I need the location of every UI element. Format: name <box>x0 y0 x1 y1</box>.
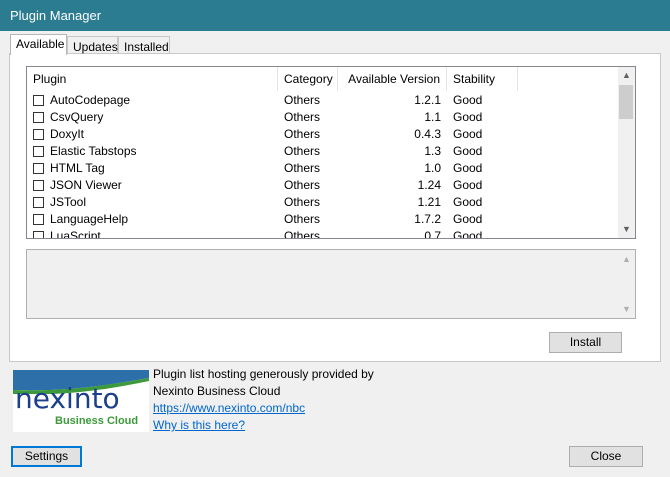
logo-tagline: Business Cloud <box>55 415 139 427</box>
category-cell: Others <box>284 161 321 175</box>
plugin-name-cell: HTML Tag <box>50 161 105 175</box>
plugin-checkbox[interactable] <box>33 146 44 157</box>
version-cell: 0.7 <box>424 229 441 239</box>
stability-cell: Good <box>453 161 483 175</box>
table-row[interactable]: Elastic Tabstops Others 1.3 Good <box>27 143 618 160</box>
table-row[interactable]: CsvQuery Others 1.1 Good <box>27 109 618 126</box>
list-scrollbar[interactable]: ▲ ▼ <box>618 67 635 238</box>
plugin-description-box[interactable]: ▲ ▼ <box>26 249 636 319</box>
stability-cell: Good <box>453 110 483 124</box>
hosting-url-link[interactable]: https://www.nexinto.com/nbc <box>153 401 305 415</box>
column-header-category[interactable]: Category <box>278 67 338 91</box>
table-row[interactable]: LuaScript Others 0.7 Good <box>27 228 618 239</box>
description-scrollbar[interactable]: ▲ ▼ <box>618 250 635 318</box>
plugin-name-cell: JSON Viewer <box>50 178 122 192</box>
table-row[interactable]: HTML Tag Others 1.0 Good <box>27 160 618 177</box>
version-cell: 1.3 <box>424 144 441 158</box>
plugin-name-cell: LuaScript <box>50 229 101 239</box>
category-cell: Others <box>284 127 321 141</box>
plugin-name-cell: LanguageHelp <box>50 212 129 226</box>
version-cell: 1.1 <box>424 110 441 124</box>
install-button[interactable]: Install <box>549 332 622 353</box>
stability-cell: Good <box>453 212 483 226</box>
column-header-plugin[interactable]: Plugin <box>27 67 278 91</box>
category-cell: Others <box>284 144 321 158</box>
scroll-down-arrow-icon[interactable]: ▼ <box>618 221 635 238</box>
version-cell: 1.2.1 <box>414 93 441 107</box>
title-bar: Plugin Manager <box>0 0 670 31</box>
table-row[interactable]: JSTool Others 1.21 Good <box>27 194 618 211</box>
plugin-name-cell: JSTool <box>50 195 87 209</box>
column-header-available-version[interactable]: Available Version <box>338 67 447 91</box>
scroll-up-arrow-icon[interactable]: ▲ <box>618 254 635 264</box>
plugin-name-cell: Elastic Tabstops <box>50 144 137 158</box>
hosting-provider-name: Nexinto Business Cloud <box>153 384 281 398</box>
column-header-stability[interactable]: Stability <box>447 67 518 91</box>
stability-cell: Good <box>453 178 483 192</box>
plugin-checkbox[interactable] <box>33 180 44 191</box>
version-cell: 0.4.3 <box>414 127 441 141</box>
stability-cell: Good <box>453 195 483 209</box>
plugin-checkbox[interactable] <box>33 95 44 106</box>
scroll-down-arrow-icon[interactable]: ▼ <box>618 304 635 314</box>
plugin-name-cell: CsvQuery <box>50 110 104 124</box>
list-header: Plugin Category Available Version Stabil… <box>27 67 618 91</box>
tab-available[interactable]: Available <box>10 34 67 55</box>
scroll-up-arrow-icon[interactable]: ▲ <box>618 67 635 84</box>
plugin-checkbox[interactable] <box>33 129 44 140</box>
close-button[interactable]: Close <box>569 446 643 467</box>
scroll-thumb[interactable] <box>619 85 633 119</box>
version-cell: 1.24 <box>417 178 441 192</box>
stability-cell: Good <box>453 229 483 239</box>
why-is-this-here-link[interactable]: Why is this here? <box>153 418 245 432</box>
tab-updates[interactable]: Updates <box>67 36 118 54</box>
table-row[interactable]: LanguageHelp Others 1.7.2 Good <box>27 211 618 228</box>
plugin-name-cell: DoxyIt <box>50 127 85 141</box>
settings-button[interactable]: Settings <box>11 446 82 467</box>
version-cell: 1.0 <box>424 161 441 175</box>
plugin-checkbox[interactable] <box>33 197 44 208</box>
table-row[interactable]: DoxyIt Others 0.4.3 Good <box>27 126 618 143</box>
category-cell: Others <box>284 110 321 124</box>
hosting-credit-text: Plugin list hosting generously provided … <box>153 367 374 381</box>
logo-brand-text: nexinto <box>15 382 120 415</box>
window-title: Plugin Manager <box>10 8 102 23</box>
plugin-name-cell: AutoCodepage <box>50 93 131 107</box>
table-row[interactable]: AutoCodepage Others 1.2.1 Good <box>27 92 618 109</box>
nexinto-logo: nexinto Business Cloud <box>13 370 149 432</box>
plugin-list[interactable]: Plugin Category Available Version Stabil… <box>26 66 636 239</box>
version-cell: 1.7.2 <box>414 212 441 226</box>
plugin-checkbox[interactable] <box>33 231 44 238</box>
tab-installed[interactable]: Installed <box>118 36 170 54</box>
category-cell: Others <box>284 229 321 239</box>
stability-cell: Good <box>453 93 483 107</box>
plugin-checkbox[interactable] <box>33 163 44 174</box>
plugin-checkbox[interactable] <box>33 112 44 123</box>
category-cell: Others <box>284 178 321 192</box>
category-cell: Others <box>284 93 321 107</box>
stability-cell: Good <box>453 127 483 141</box>
table-row[interactable]: JSON Viewer Others 1.24 Good <box>27 177 618 194</box>
category-cell: Others <box>284 212 321 226</box>
plugin-checkbox[interactable] <box>33 214 44 225</box>
category-cell: Others <box>284 195 321 209</box>
stability-cell: Good <box>453 144 483 158</box>
version-cell: 1.21 <box>417 195 441 209</box>
